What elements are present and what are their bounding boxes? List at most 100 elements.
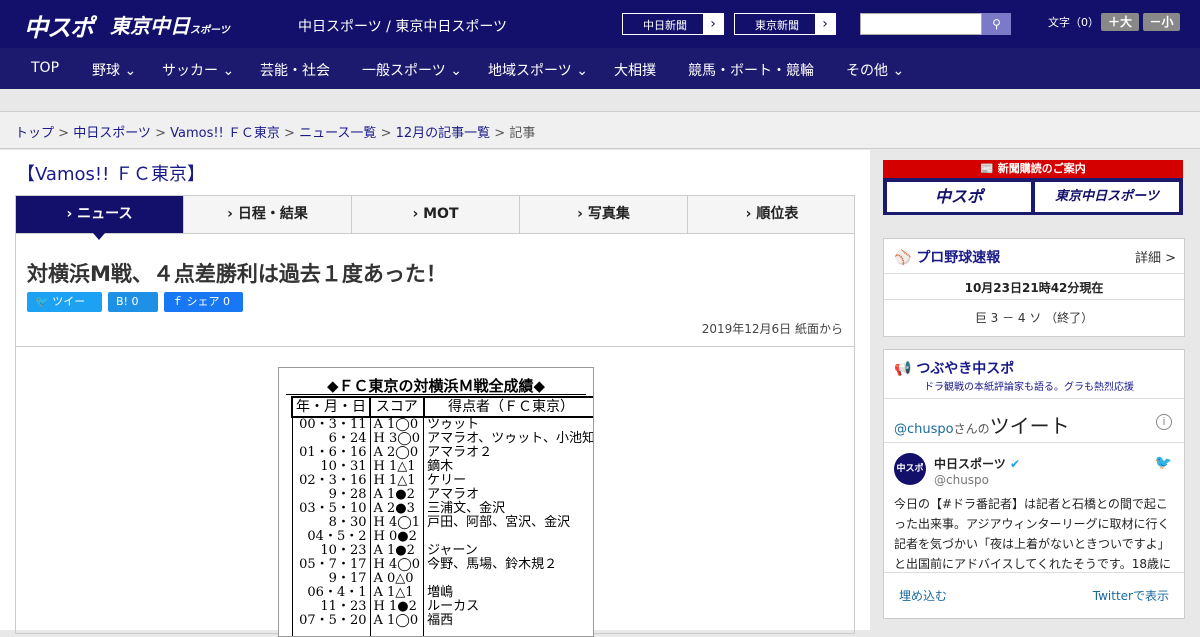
- tweet-author-row: 中日スポーツ ✔: [934, 455, 1020, 472]
- table-row: 10・31 H 1△1 鏑木: [291, 460, 593, 474]
- tweets-by-handle[interactable]: @chuspo: [894, 422, 954, 437]
- nav-top[interactable]: TOP: [31, 60, 59, 76]
- baseball-title: プロ野球速報: [916, 250, 1001, 266]
- main-content: 【Vamos!! ＦＣ東京】 › ニュース › 日程・結果 › MOT › 写真…: [0, 150, 870, 637]
- tab-mot[interactable]: › MOT: [352, 196, 520, 233]
- table-cell: 10・23: [291, 544, 371, 558]
- tweet-button[interactable]: 🐦 ツイート: [27, 292, 102, 328]
- facebook-share-button[interactable]: ｆ シェア 0: [164, 292, 243, 312]
- tweets-by-label: ツイート: [989, 414, 1070, 438]
- nav-general-sports[interactable]: 一般スポーツ ⌄: [362, 60, 462, 80]
- tsubuyaki-title: つぶやき中スポ: [916, 361, 1015, 377]
- facebook-icon: ｆ: [172, 295, 183, 308]
- tokyo-logo-text: 東京中日: [110, 14, 190, 38]
- tab-label: MOT: [423, 206, 459, 222]
- tab-schedule[interactable]: › 日程・結果: [184, 196, 352, 233]
- embed-link[interactable]: 埋め込む: [899, 587, 947, 604]
- font-larger-button[interactable]: ＋大: [1101, 13, 1139, 31]
- table-cell: 07・5・20: [291, 614, 371, 628]
- twitter-box: 📢 つぶやき中スポ ドラ観戦の本紙評論家も語る。グラも熱烈応援 @chuspoさ…: [883, 349, 1185, 619]
- table-cell: 11・23: [291, 600, 371, 614]
- nav-other[interactable]: その他 ⌄: [846, 60, 904, 80]
- chuspo-logo[interactable]: 中スポ: [24, 8, 94, 43]
- nav-label: 一般スポーツ: [362, 63, 446, 79]
- view-on-twitter-link[interactable]: Twitterで表示: [1093, 587, 1169, 604]
- ext-link-label: 東京新聞: [755, 19, 799, 32]
- ad-band: [0, 89, 1200, 111]
- top-header: 中スポ 東京中日スポーツ 中日スポーツ / 東京中日スポーツ 中日新聞 › 東京新…: [0, 0, 1200, 48]
- table-header: 得点者（ＦＣ東京）: [422, 396, 593, 418]
- search-button[interactable]: ⚲: [982, 13, 1011, 35]
- nav-soccer[interactable]: サッカー ⌄: [162, 60, 234, 80]
- table-cell: [423, 628, 593, 636]
- nav-local-sports[interactable]: 地域スポーツ ⌄: [488, 60, 588, 80]
- tab-photos[interactable]: › 写真集: [520, 196, 688, 233]
- table-cell: A 0△0: [369, 572, 425, 586]
- table-cell: A 1△1: [369, 586, 425, 600]
- chevron-down-icon: ⌄: [450, 63, 462, 79]
- nav-baseball[interactable]: 野球 ⌄: [92, 60, 136, 80]
- divider: [16, 346, 854, 347]
- breadcrumb-december[interactable]: 12月の記事一覧: [396, 126, 491, 141]
- nav-label: 野球: [92, 63, 120, 79]
- table-cell: ジャーン: [423, 544, 593, 558]
- breadcrumb-top[interactable]: トップ: [15, 126, 54, 141]
- table-cell: 02・3・16: [291, 474, 371, 488]
- tab-label: ニュース: [77, 206, 133, 222]
- table-row: 04・5・2 H 0●2: [291, 530, 593, 544]
- tokyo-chunichi-logo[interactable]: 東京中日スポーツ: [110, 10, 230, 39]
- nav-label: 地域スポーツ: [488, 63, 572, 79]
- font-smaller-button[interactable]: －小: [1143, 13, 1180, 31]
- tokyo-shimbun-link[interactable]: 東京新聞 ›: [734, 13, 836, 35]
- breadcrumb-vamos[interactable]: Vamos!! ＦＣ東京: [170, 126, 280, 141]
- search-input[interactable]: [860, 13, 982, 35]
- nav-label: サッカー: [162, 63, 218, 79]
- photo-title: ◆ＦＣ東京の対横浜Ｍ戦全成績◆: [286, 375, 586, 395]
- breadcrumb-news-list[interactable]: ニュース一覧: [299, 126, 376, 141]
- table-cell: ケリー: [423, 474, 593, 488]
- table-cell: H 0●2: [369, 530, 425, 544]
- table-row: 00・3・11 A 1◯0 ツゥット: [291, 417, 593, 432]
- table-cell: [291, 628, 371, 636]
- chunichi-shimbun-link[interactable]: 中日新聞 ›: [622, 13, 724, 35]
- tab-news[interactable]: › ニュース: [16, 196, 184, 233]
- newspaper-icon: 📰: [980, 162, 994, 175]
- baseball-detail-link[interactable]: 詳細 >: [1135, 247, 1176, 266]
- hatena-button[interactable]: B! 0: [108, 292, 158, 312]
- subscribe-tokyo-button[interactable]: 東京中日スポーツ: [1035, 182, 1179, 212]
- table-row: 06・4・1 A 1△1 増嶋: [291, 586, 593, 600]
- tab-label: 写真集: [587, 206, 630, 222]
- nav-racing[interactable]: 競馬・ボート・競輪: [688, 60, 814, 80]
- table-row: 05・7・17 H 4◯0 今野、馬場、鈴木規２: [291, 558, 593, 572]
- tweet-author-handle[interactable]: @chuspo: [934, 473, 989, 487]
- article: 対横浜M戦、４点差勝利は過去１度あった！ 🐦 ツイート B! 0 ｆ シェア 0…: [15, 234, 855, 637]
- tab-standings[interactable]: › 順位表: [688, 196, 856, 233]
- table-cell: A 1◯0: [369, 417, 425, 432]
- breadcrumb-chunichi-sports[interactable]: 中日スポーツ: [73, 126, 151, 141]
- info-icon[interactable]: i: [1156, 414, 1172, 430]
- nav-entertainment[interactable]: 芸能・社会: [260, 60, 330, 80]
- table-cell: アマラオ、ツゥット、小池知: [423, 432, 593, 446]
- table-cell: 10・31: [291, 460, 371, 474]
- article-photo[interactable]: ◆ＦＣ東京の対横浜Ｍ戦全成績◆ 年・月・日 スコア 得点者（ＦＣ東京） 00・3…: [278, 367, 594, 637]
- table-cell: 00・3・11: [291, 417, 371, 432]
- divider: [884, 299, 1184, 300]
- ext-link-label: 中日新聞: [643, 19, 687, 32]
- table-row: 02・3・16 H 1△1 ケリー: [291, 474, 593, 488]
- nav-sumo[interactable]: 大相撲: [614, 60, 656, 80]
- table-cell: 戸田、阿部、宮沢、金沢: [423, 516, 593, 530]
- divider: [884, 442, 1184, 443]
- table-cell: 01・6・16: [291, 446, 371, 460]
- table-row: 01・6・16 A 2◯0 アマラオ２: [291, 446, 593, 460]
- tweet-author-name[interactable]: 中日スポーツ: [934, 457, 1006, 471]
- subscription-banner[interactable]: 📰 新聞購読のご案内 中スポ 東京中日スポーツ: [883, 160, 1183, 215]
- subscribe-chuspo-button[interactable]: 中スポ: [887, 182, 1031, 212]
- table-row: 10・23 A 1●2 ジャーン: [291, 544, 593, 558]
- table-cell: 鏑木: [423, 460, 593, 474]
- table-cell: 04・5・2: [291, 530, 371, 544]
- table-cell: A 2◯0: [369, 446, 425, 460]
- table-cell: A 2●3: [369, 502, 425, 516]
- table-row: 9・28 A 1●2 アマラオ: [291, 488, 593, 502]
- baseball-score[interactable]: 巨 3 － 4 ソ （終了）: [884, 309, 1184, 326]
- chuspo-avatar[interactable]: 中スポ: [894, 453, 926, 485]
